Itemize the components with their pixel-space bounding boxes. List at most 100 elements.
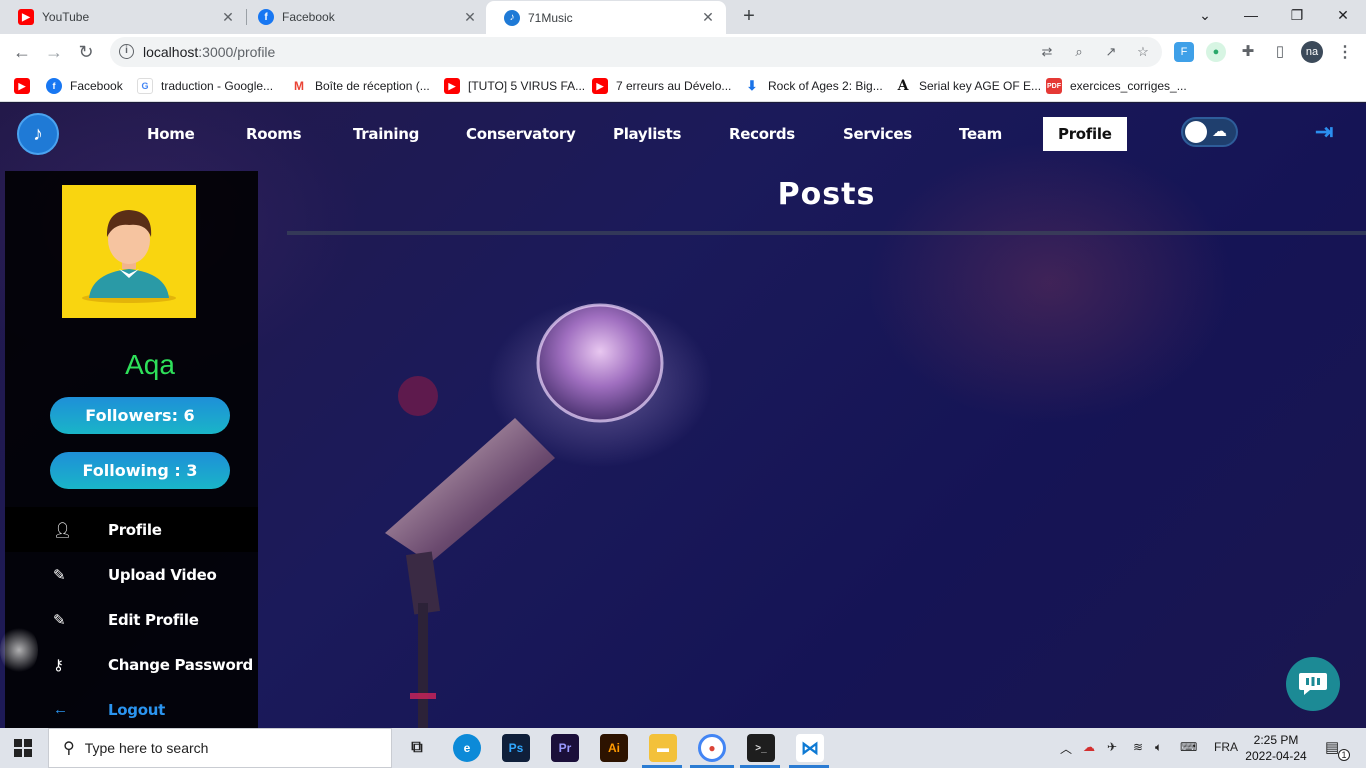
site-info-icon[interactable]: i: [119, 44, 134, 59]
tray-chevron-icon[interactable]: ︿: [1060, 740, 1072, 757]
youtube-icon: ▶: [444, 78, 460, 94]
posts-divider: [287, 231, 1366, 235]
profile-username: Aqa: [125, 349, 175, 380]
sidebar-item-logout[interactable]: ← Logout: [5, 687, 258, 728]
nav-records[interactable]: Records: [729, 125, 795, 143]
language-indicator[interactable]: FRA: [1214, 740, 1238, 754]
pdf-icon: PDF: [1046, 78, 1062, 94]
close-tab-icon[interactable]: ✕: [220, 9, 236, 26]
file-explorer-icon[interactable]: ▬: [649, 734, 677, 762]
extensions-puzzle-icon[interactable]: ✚: [1238, 42, 1258, 62]
onedrive-icon[interactable]: ☁: [1083, 740, 1095, 754]
youtube-icon: ▶: [592, 78, 608, 94]
share-icon[interactable]: ↗: [1103, 44, 1119, 60]
nav-home[interactable]: Home: [147, 125, 195, 143]
bookmark-star-icon[interactable]: ☆: [1135, 44, 1151, 60]
nav-training[interactable]: Training: [353, 125, 419, 143]
new-tab-button[interactable]: +: [738, 6, 760, 28]
back-icon[interactable]: ←: [10, 40, 34, 64]
nav-rooms[interactable]: Rooms: [246, 125, 302, 143]
toggle-knob: [1185, 121, 1207, 143]
user-avatar-illustration: [82, 210, 176, 303]
bookmark-gmail[interactable]: M Boîte de réception (...: [291, 77, 430, 95]
tray-network-icon[interactable]: ✈: [1107, 740, 1117, 754]
url-path: :3000/profile: [198, 44, 276, 60]
minimize-button[interactable]: —: [1228, 0, 1274, 30]
address-bar[interactable]: i localhost:3000/profile ⇄ ⌕ ↗ ☆: [110, 37, 1162, 67]
illustrator-icon[interactable]: Ai: [600, 734, 628, 762]
youtube-icon: ▶: [14, 78, 30, 94]
close-tab-icon[interactable]: ✕: [462, 9, 478, 26]
close-tab-icon[interactable]: ✕: [700, 9, 716, 26]
bookmark-traduction[interactable]: G traduction - Google...: [137, 77, 273, 95]
microphone-background-image: [385, 303, 664, 728]
bookmark-facebook[interactable]: f Facebook: [46, 77, 123, 95]
following-button[interactable]: Following : 3: [50, 452, 230, 489]
windows-start-icon[interactable]: [14, 739, 32, 757]
photoshop-icon[interactable]: Ps: [502, 734, 530, 762]
extension-green-icon[interactable]: ●: [1206, 42, 1226, 62]
browser-profile-avatar[interactable]: na: [1301, 41, 1323, 63]
task-view-icon[interactable]: ⧉: [403, 734, 431, 762]
browser-tab-youtube[interactable]: ▶ YouTube ✕: [0, 0, 246, 34]
bookmark-rock-of-ages[interactable]: ⬇ Rock of Ages 2: Big...: [744, 77, 883, 95]
download-icon: ⬇: [744, 78, 760, 94]
wifi-icon[interactable]: ≋: [1133, 740, 1143, 754]
chat-button[interactable]: [1286, 657, 1340, 711]
browser-tab-facebook[interactable]: f Facebook ✕: [240, 0, 488, 34]
nav-conservatory[interactable]: Conservatory: [466, 125, 576, 143]
chat-bubble-icon: [1299, 673, 1327, 695]
taskbar-search-input[interactable]: ⚲ Type here to search: [48, 728, 392, 768]
translate-icon[interactable]: ⇄: [1039, 44, 1055, 60]
nav-playlists[interactable]: Playlists: [613, 125, 681, 143]
facebook-icon: f: [258, 9, 274, 25]
restore-button[interactable]: ❐: [1274, 0, 1320, 30]
search-icon: ⚲: [63, 740, 75, 757]
close-window-button[interactable]: ✕: [1320, 0, 1366, 30]
cloud-moon-icon: ☁: [1212, 123, 1227, 140]
theme-toggle[interactable]: ☁: [1181, 117, 1238, 147]
sidebar-item-edit-profile[interactable]: ✎ Edit Profile: [5, 597, 258, 642]
windows-taskbar: ⚲ Type here to search ⧉ e Ps Pr Ai ▬ ● >…: [0, 728, 1366, 768]
notification-count-badge: 1: [1338, 749, 1350, 761]
terminal-icon[interactable]: >_: [747, 734, 775, 762]
zoom-icon[interactable]: ⌕: [1071, 44, 1087, 60]
sidebar-item-upload-video[interactable]: ✎ Upload Video: [5, 552, 258, 597]
bookmark-7-erreurs[interactable]: ▶ 7 erreurs au Dévelo...: [592, 77, 731, 95]
tab-search-icon[interactable]: ⌄: [1182, 0, 1228, 30]
avatar: [62, 185, 196, 318]
keyboard-icon[interactable]: ⌨: [1180, 740, 1197, 754]
nav-profile[interactable]: Profile: [1043, 117, 1127, 151]
arrow-left-icon: ←: [53, 701, 68, 718]
extension-f-icon[interactable]: F: [1174, 42, 1194, 62]
edge-icon[interactable]: e: [453, 734, 481, 762]
bookmark-youtube[interactable]: ▶: [14, 77, 38, 95]
nav-team[interactable]: Team: [959, 125, 1002, 143]
url-host: localhost: [143, 44, 199, 60]
forward-icon[interactable]: →: [42, 40, 66, 64]
sidebar-item-profile[interactable]: 👤︎ Profile: [5, 507, 258, 552]
edit-icon: ✎: [53, 566, 66, 584]
bookmark-exercices[interactable]: PDF exercices_corriges_...: [1046, 77, 1187, 95]
reload-icon[interactable]: ↻: [74, 40, 98, 64]
chrome-icon[interactable]: ●: [698, 734, 726, 762]
side-panel-icon[interactable]: ▯: [1270, 42, 1290, 62]
followers-button[interactable]: Followers: 6: [50, 397, 230, 434]
browser-tab-71music[interactable]: ♪ 71Music ✕: [486, 1, 726, 34]
bookmark-tuto-virus[interactable]: ▶ [TUTO] 5 VIRUS FA...: [444, 77, 585, 95]
vscode-icon[interactable]: ⋈: [796, 734, 824, 762]
letter-a-icon: A: [895, 78, 911, 94]
music-note-icon: ♪: [504, 9, 520, 26]
nav-services[interactable]: Services: [843, 125, 912, 143]
bokeh-light-decoration: [0, 625, 38, 675]
volume-icon[interactable]: 🔈︎: [1155, 740, 1162, 755]
premiere-icon[interactable]: Pr: [551, 734, 579, 762]
system-clock[interactable]: 2:25 PM 2022-04-24: [1241, 732, 1311, 764]
facebook-icon: f: [46, 78, 62, 94]
71music-logo-icon[interactable]: ♪: [17, 113, 59, 155]
sidebar-item-change-password[interactable]: ⚷ Change Password: [5, 642, 258, 687]
logout-icon[interactable]: ⇥: [1315, 119, 1333, 145]
browser-menu-icon[interactable]: ⋮: [1337, 42, 1353, 62]
bookmark-serial-key[interactable]: A Serial key AGE OF E...: [895, 77, 1041, 95]
url-text[interactable]: localhost:3000/profile: [143, 44, 275, 60]
